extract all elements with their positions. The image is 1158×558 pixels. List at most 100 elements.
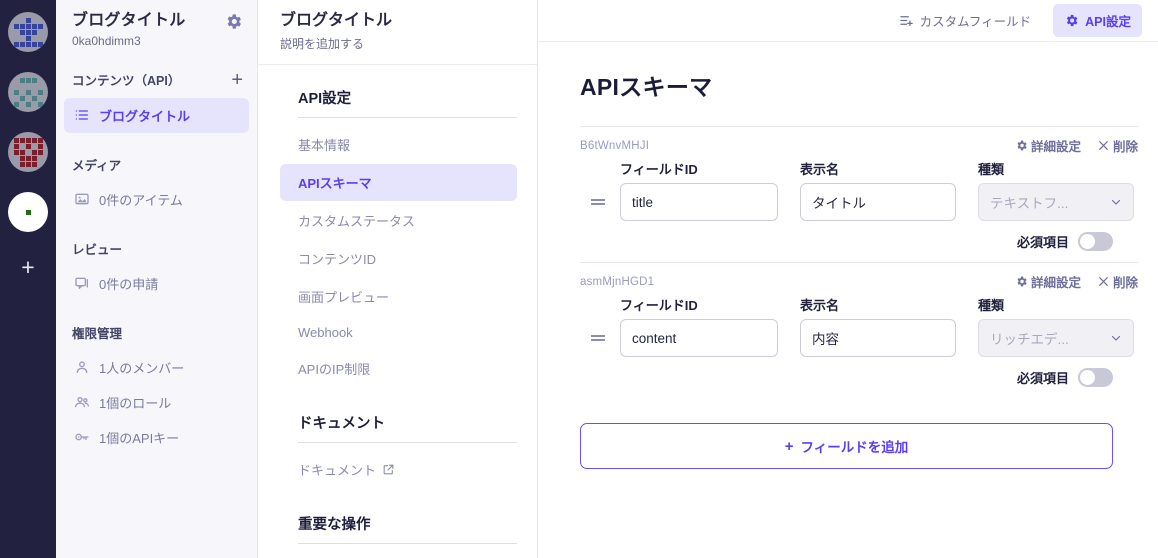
workspace-rail: + xyxy=(0,0,56,558)
sidebar-section: メディア 0件のアイテム xyxy=(56,155,257,217)
subnav-group-divider xyxy=(298,542,517,544)
main-content: APIスキーマ B6tWnvMHJI詳細設定削除フィールドID表示名種類テキスト… xyxy=(538,42,1158,558)
subnav-item-label: Webhook xyxy=(298,324,353,340)
api-settings-button[interactable]: API設定 xyxy=(1053,4,1142,37)
subnav-item-1-1[interactable]: 基本情報 xyxy=(280,126,517,163)
sidebar-item-2-s4[interactable]: 1個のロール xyxy=(64,385,249,420)
field-type-select[interactable]: テキストフ... xyxy=(978,183,1134,221)
subnav-item-1-4[interactable]: コンテンツID xyxy=(280,240,517,277)
field-type-select[interactable]: リッチエデ... xyxy=(978,319,1134,357)
sidebar-section-title: レビュー xyxy=(72,242,123,257)
subnav-group-divider xyxy=(298,116,517,118)
display-name-column-label: 表示名 xyxy=(800,298,840,313)
subnav-item-1-6[interactable]: Webhook xyxy=(280,316,517,349)
field-detail-settings-button[interactable]: 詳細設定 xyxy=(1015,136,1081,155)
field-detail-settings-button[interactable]: 詳細設定 xyxy=(1015,272,1081,291)
identicon-1 xyxy=(13,17,43,47)
service-sidebar: ブログタイトル 0ka0hdimm3 コンテンツ（API） + ブログタイトル メディ… xyxy=(56,0,258,558)
add-content-button[interactable]: + xyxy=(231,70,243,90)
settings-subnav: ブログタイトル 説明を追加する API設定 基本情報 APIスキーマ カスタムステータ… xyxy=(258,0,538,558)
display-name-input[interactable] xyxy=(800,319,956,357)
subnav-group-gap xyxy=(280,388,517,412)
field-inputs: リッチエデ... xyxy=(580,319,1138,357)
required-toggle[interactable] xyxy=(1078,368,1113,387)
identicon-4 xyxy=(14,198,43,227)
api-settings-label: API設定 xyxy=(1085,15,1131,29)
toggle-knob xyxy=(1080,234,1095,249)
gear-icon xyxy=(1017,140,1027,151)
subnav-item-label: APIスキーマ xyxy=(298,175,372,191)
sidebar-item-1-s3[interactable]: 0件の申請 xyxy=(64,266,249,301)
schema-field-row: asmMjnHGD1 詳細設定 削除フィールドID 表示名 種類リッチエデ... 必須項目 xyxy=(580,262,1138,398)
field-internal-id: asmMjnHGD1 xyxy=(580,275,655,288)
workspace-avatar-4[interactable] xyxy=(8,192,48,232)
required-label: 必須項目 xyxy=(1016,371,1069,386)
subnav-item-1-7[interactable]: APIのIP制限 xyxy=(280,350,517,387)
sidebar-section-header: 権限管理 xyxy=(56,323,257,342)
sidebar-item-1-s4[interactable]: 1人のメンバー xyxy=(64,350,249,385)
subnav-group-gap xyxy=(280,489,517,513)
subnav-item-1-3[interactable]: カスタムステータス xyxy=(280,202,517,239)
list-icon xyxy=(75,110,88,120)
sidebar-item-label: 1人のメンバー xyxy=(99,360,185,376)
sidebar-item-3-s4[interactable]: 1個のAPIキー xyxy=(64,420,249,455)
subnav-body: API設定 基本情報 APIスキーマ カスタムステータス コンテンツID 画面プレビュー W… xyxy=(258,65,537,544)
subnav-item-2-1[interactable]: ドキュメント xyxy=(280,451,517,488)
field-column-labels: フィールドID 表示名 種類 xyxy=(580,159,1138,178)
required-label: 必須項目 xyxy=(1016,235,1069,250)
field-delete-button[interactable]: 削除 xyxy=(1097,272,1138,291)
field-delete-button[interactable]: 削除 xyxy=(1097,136,1138,155)
drag-handle-icon[interactable] xyxy=(580,333,620,343)
sidebar-item-label: ブログタイトル xyxy=(99,108,191,124)
field-row-actions: 詳細設定 削除 xyxy=(1015,136,1138,155)
display-name-column-label: 表示名 xyxy=(800,162,840,177)
drag-handle-icon[interactable] xyxy=(580,197,620,207)
display-name-input[interactable] xyxy=(800,183,956,221)
subnav-item-label: 基本情報 xyxy=(298,137,351,153)
subnav-item-1-2[interactable]: APIスキーマ xyxy=(280,163,517,201)
field-internal-id: B6tWnvMHJI xyxy=(580,139,650,152)
plus-icon: + xyxy=(784,437,794,455)
sidebar-item-label: 0件のアイテム xyxy=(99,192,183,208)
custom-field-button[interactable]: カスタムフィールド xyxy=(891,5,1040,36)
field-detail-settings-label: 詳細設定 xyxy=(1030,276,1081,290)
review-icon xyxy=(75,277,88,290)
subnav-group-title: 重要な操作 xyxy=(298,516,371,533)
users-icon xyxy=(75,397,89,408)
type-column-label: 種類 xyxy=(978,162,1005,177)
sidebar-item-label: 1個のAPIキー xyxy=(99,430,180,446)
subnav-group-divider xyxy=(298,441,517,443)
type-column-label: 種類 xyxy=(978,298,1005,313)
sidebar-item-1-s2[interactable]: 0件のアイテム xyxy=(64,182,249,217)
sidebar-section: レビュー 0件の申請 xyxy=(56,239,257,301)
subnav-item-label: APIのIP制限 xyxy=(298,361,371,377)
main-panel: カスタムフィールド API設定 APIスキーマ B6tWnvMHJI 詳細設定 削除… xyxy=(538,0,1158,558)
required-toggle[interactable] xyxy=(1078,232,1113,251)
add-workspace-button[interactable]: + xyxy=(21,256,34,279)
add-field-button[interactable]: + フィールドを追加 xyxy=(580,423,1113,469)
subnav-item-1-5[interactable]: 画面プレビュー xyxy=(280,278,517,315)
field-id-column-label: フィールドID xyxy=(620,298,698,313)
list-plus-icon xyxy=(899,16,913,27)
sidebar-sections: コンテンツ（API） + ブログタイトル メディア 0件のアイテム レビュー 0件の申請 権限… xyxy=(56,70,257,455)
sidebar-section-header: レビュー xyxy=(56,239,257,258)
workspace-avatar-1[interactable] xyxy=(8,12,48,52)
workspace-avatar-2[interactable] xyxy=(8,72,48,112)
field-id-input[interactable] xyxy=(620,183,778,221)
gear-icon xyxy=(1067,14,1078,27)
key-icon xyxy=(75,433,89,441)
subnav-item-label: コンテンツID xyxy=(298,251,377,267)
gear-icon[interactable] xyxy=(224,12,243,31)
field-id-input[interactable] xyxy=(620,319,778,357)
custom-field-label: カスタムフィールド xyxy=(919,15,1032,29)
field-inputs: テキストフ... xyxy=(580,183,1138,221)
subnav-description-link[interactable]: 説明を追加する xyxy=(280,35,517,52)
chevron-down-icon xyxy=(1111,335,1121,341)
sidebar-item-1-s1[interactable]: ブログタイトル xyxy=(64,97,249,133)
add-field-label: フィールドを追加 xyxy=(800,440,909,455)
workspace-avatar-3[interactable] xyxy=(8,132,48,172)
subnav-item-label: ドキュメント xyxy=(298,462,377,478)
subnav-group-title: ドキュメント xyxy=(298,415,385,432)
field-delete-label: 削除 xyxy=(1112,140,1138,154)
gear-icon xyxy=(1017,276,1027,287)
